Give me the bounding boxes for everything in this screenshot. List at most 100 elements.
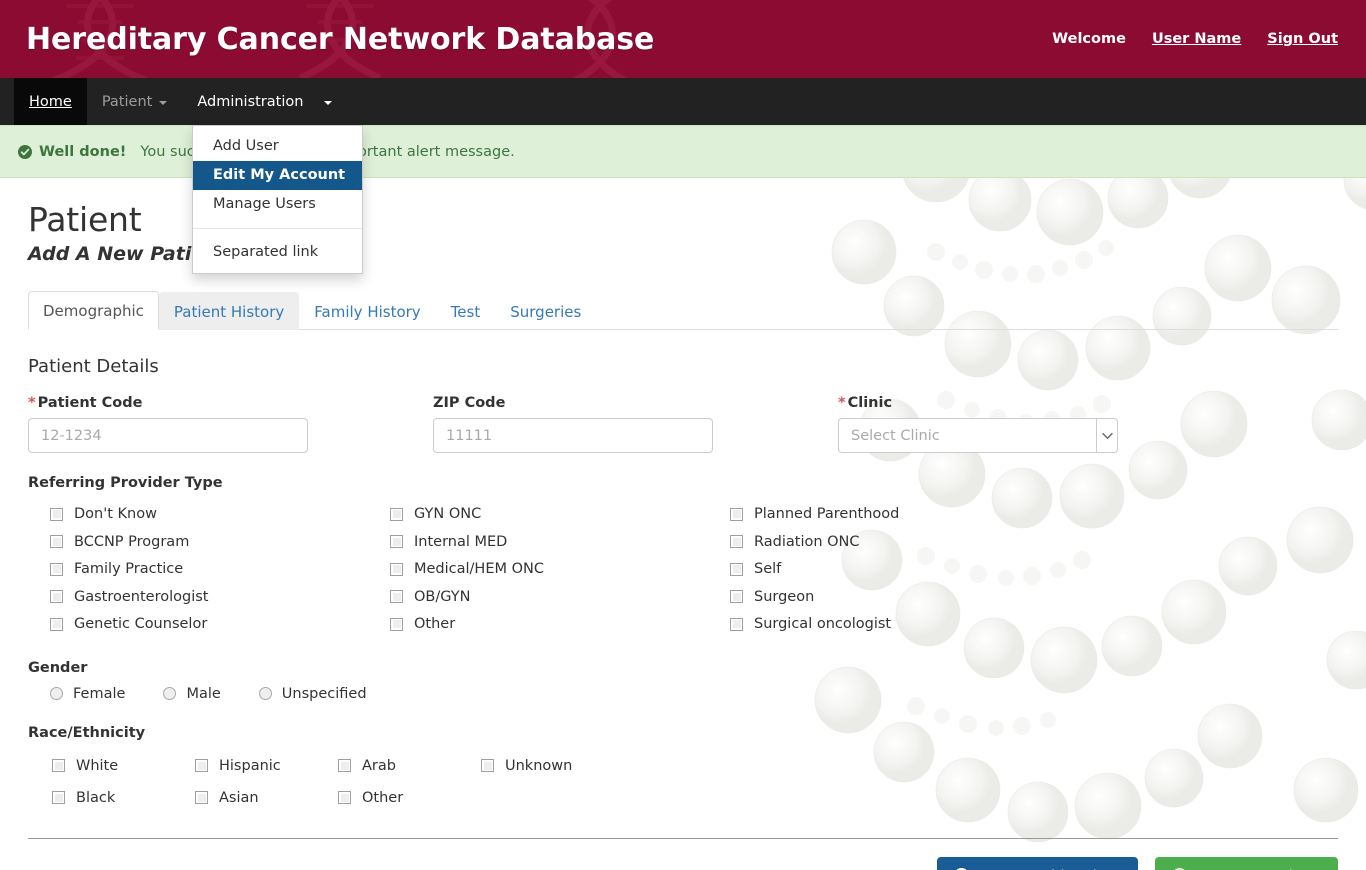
checkbox-label: Self: [754, 561, 782, 578]
radio-icon[interactable]: [163, 687, 177, 701]
checkbox-label: Internal MED: [414, 533, 508, 550]
tab-demographic[interactable]: Demographic: [28, 291, 159, 331]
checkbox-internal-med[interactable]: Internal MED: [368, 528, 708, 556]
dropdown-item-add-user[interactable]: Add User: [193, 132, 362, 161]
checkbox-icon[interactable]: [195, 791, 208, 805]
patient-details-field-row: *Patient Code ZIP Code *Clinic Select Cl…: [28, 395, 1338, 454]
user-name-link[interactable]: User Name: [1152, 31, 1241, 47]
checkbox-icon[interactable]: [730, 590, 743, 604]
checkbox-self[interactable]: Self: [708, 555, 1048, 583]
checkbox-icon[interactable]: [481, 759, 494, 773]
checkbox-icon[interactable]: [52, 759, 65, 773]
checkbox-unknown[interactable]: Unknown: [457, 750, 600, 782]
referring-provider-column-1: Don't Know BCCNP Program Family Practice…: [28, 500, 368, 638]
checkbox-ob-gyn[interactable]: OB/GYN: [368, 583, 708, 611]
tab-patient-history[interactable]: Patient History: [158, 292, 300, 331]
checkbox-icon[interactable]: [50, 535, 63, 549]
checkbox-icon[interactable]: [338, 759, 351, 773]
race-ethnicity-group: White Black Hispanic Asian Arab Other Un…: [28, 750, 1338, 814]
checkbox-icon[interactable]: [50, 590, 63, 604]
checkbox-gyn-onc[interactable]: GYN ONC: [368, 500, 708, 528]
required-marker: *: [28, 395, 36, 412]
radio-label: Unspecified: [281, 685, 367, 702]
checkbox-white[interactable]: White: [28, 750, 171, 782]
checkbox-label: Surgeon: [754, 588, 815, 605]
checkbox-black[interactable]: Black: [28, 782, 171, 814]
tab-demographic-label: Demographic: [43, 302, 144, 321]
field-clinic: * Clinic Select Clinic: [838, 395, 1181, 454]
checkbox-icon[interactable]: [50, 562, 63, 576]
nav-item-home[interactable]: Home: [14, 78, 87, 125]
patient-code-label: * Patient Code: [28, 395, 371, 411]
nav-item-patient[interactable]: Patient: [87, 78, 183, 125]
checkbox-label: GYN ONC: [414, 506, 482, 523]
checkbox-gastroenterologist[interactable]: Gastroenterologist: [28, 583, 368, 611]
checkbox-icon[interactable]: [730, 617, 743, 631]
radio-icon[interactable]: [258, 687, 272, 701]
checkbox-icon[interactable]: [390, 617, 403, 631]
radio-female[interactable]: Female: [50, 685, 125, 703]
radio-unspecified[interactable]: Unspecified: [258, 685, 367, 703]
checkbox-icon[interactable]: [730, 507, 743, 521]
radio-label: Male: [186, 685, 221, 702]
checkbox-label: Asian: [219, 789, 259, 806]
nav-item-home-label: Home: [29, 93, 72, 110]
radio-male[interactable]: Male: [163, 685, 221, 703]
checkbox-hispanic[interactable]: Hispanic: [171, 750, 314, 782]
checkbox-planned-parenthood[interactable]: Planned Parenthood: [708, 500, 1048, 528]
nav-item-administration[interactable]: Administration: [182, 78, 347, 125]
dropdown-divider: [193, 228, 362, 229]
dropdown-item-manage-users[interactable]: Manage Users: [193, 190, 362, 219]
checkbox-icon[interactable]: [730, 535, 743, 549]
tab-surgeries[interactable]: Surgeries: [495, 292, 596, 330]
radio-icon[interactable]: [50, 687, 63, 701]
nav-item-patient-label: Patient: [101, 93, 153, 110]
checkbox-radiation-onc[interactable]: Radiation ONC: [708, 528, 1048, 556]
checkbox-surgical-oncologist[interactable]: Surgical oncologist: [708, 610, 1048, 638]
zip-code-input[interactable]: [433, 418, 713, 454]
checkbox-bccnp-program[interactable]: BCCNP Program: [28, 528, 368, 556]
race-column-4: Unknown: [457, 750, 600, 814]
clinic-select[interactable]: Select Clinic: [838, 418, 1118, 454]
checkbox-medical-hem-onc[interactable]: Medical/HEM ONC: [368, 555, 708, 583]
race-column-3: Arab Other: [314, 750, 457, 814]
checkbox-icon[interactable]: [390, 562, 403, 576]
patient-code-label-text: Patient Code: [37, 395, 143, 412]
checkbox-icon[interactable]: [390, 507, 403, 521]
checkbox-icon[interactable]: [52, 791, 65, 805]
checkbox-surgeon[interactable]: Surgeon: [708, 583, 1048, 611]
required-marker: *: [838, 395, 846, 412]
checkbox-other-race[interactable]: Other: [314, 782, 457, 814]
tab-family-history[interactable]: Family History: [299, 292, 435, 330]
chevron-down-icon: [159, 100, 168, 105]
section-title-patient-details: Patient Details: [28, 356, 159, 378]
save-and-continue-button[interactable]: Save & Continue: [1155, 856, 1338, 870]
patient-code-input[interactable]: [28, 418, 308, 454]
checkbox-icon[interactable]: [390, 535, 403, 549]
sign-out-link[interactable]: Sign Out: [1267, 31, 1338, 47]
checkbox-genetic-counselor[interactable]: Genetic Counselor: [28, 610, 368, 638]
dropdown-item-edit-my-account[interactable]: Edit My Account: [193, 161, 362, 190]
checkbox-icon[interactable]: [338, 791, 351, 805]
radio-label: Female: [73, 685, 126, 702]
checkbox-icon[interactable]: [730, 562, 743, 576]
checkbox-icon[interactable]: [50, 617, 63, 631]
tab-test[interactable]: Test: [436, 292, 496, 330]
checkbox-dont-know[interactable]: Don't Know: [28, 500, 368, 528]
checkbox-label: Surgical oncologist: [754, 616, 892, 633]
checkbox-arab[interactable]: Arab: [314, 750, 457, 782]
checkbox-family-practice[interactable]: Family Practice: [28, 555, 368, 583]
checkbox-label: Don't Know: [74, 506, 157, 523]
checkbox-icon[interactable]: [195, 759, 208, 773]
checkbox-asian[interactable]: Asian: [171, 782, 314, 814]
checkbox-other-provider[interactable]: Other: [368, 610, 708, 638]
checkbox-icon[interactable]: [50, 507, 63, 521]
main-navbar: Home Patient Administration: [0, 78, 1366, 125]
tab-family-history-label: Family History: [314, 303, 421, 322]
check-circle-icon: [18, 144, 32, 159]
form-actions: Save & Add Patient Save & Continue: [28, 856, 1338, 870]
checkbox-icon[interactable]: [390, 590, 403, 604]
dropdown-item-separated-link[interactable]: Separated link: [193, 238, 362, 267]
checkbox-label: Family Practice: [74, 561, 184, 578]
save-and-add-patient-button[interactable]: Save & Add Patient: [937, 856, 1139, 870]
